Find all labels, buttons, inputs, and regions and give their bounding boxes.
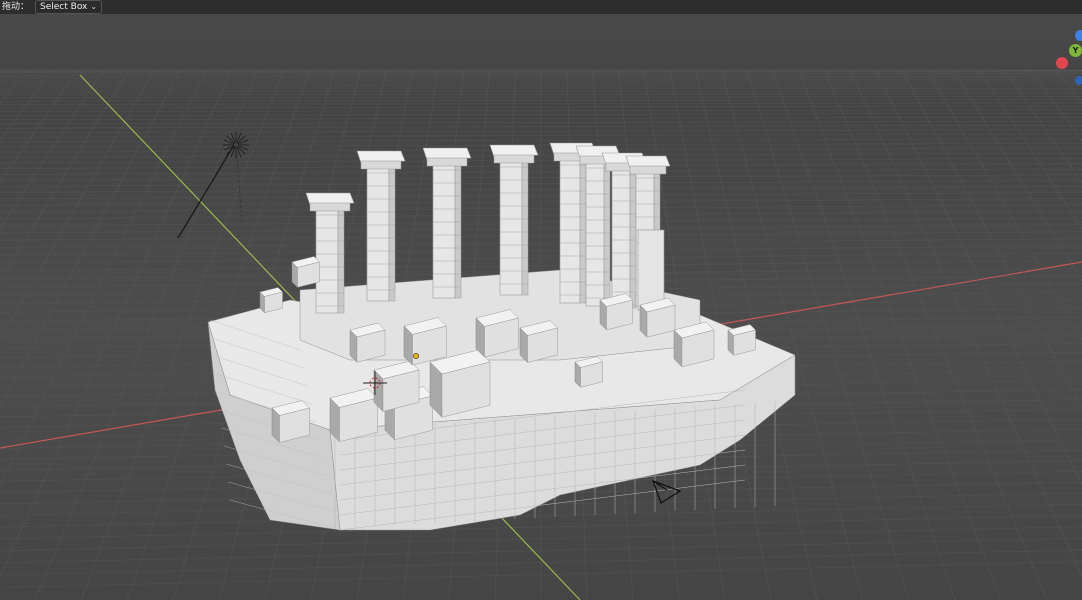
rubble-block: [673, 321, 715, 368]
rubble-block: [291, 256, 320, 288]
column-2: [356, 150, 406, 302]
3d-viewport[interactable]: [0, 0, 1082, 600]
rubble-block: [329, 388, 378, 443]
rubble-block: [403, 317, 447, 366]
object-origin-icon: [413, 353, 419, 359]
gizmo-negative-z-button[interactable]: [1075, 76, 1082, 85]
chevron-down-icon: ⌄: [90, 2, 98, 11]
select-mode-value: Select Box: [40, 2, 88, 12]
rubble-block: [429, 349, 491, 418]
rubble-block: [271, 400, 310, 444]
gizmo-x-axis-button[interactable]: [1056, 57, 1068, 69]
drag-mode-label: 拖动：: [2, 2, 30, 12]
rubble-block: [475, 309, 519, 358]
rubble-block: [349, 322, 386, 363]
broken-pillar: [637, 229, 665, 311]
rubble-block: [574, 356, 603, 388]
gizmo-y-axis-button[interactable]: Y: [1069, 44, 1082, 57]
viewport-scene: [0, 69, 1082, 600]
rubble-block: [259, 287, 283, 314]
rubble-block: [599, 293, 633, 331]
tool-header: 拖动： Select Box ⌄: [0, 0, 1082, 14]
rubble-block: [373, 360, 420, 413]
navigation-gizmo[interactable]: Y: [1056, 28, 1082, 92]
rubble-block: [727, 324, 756, 356]
select-box-dropdown[interactable]: Select Box ⌄: [35, 0, 103, 14]
rubble-block: [519, 320, 558, 364]
rubble-block: [639, 297, 676, 338]
gizmo-z-axis-button[interactable]: [1075, 30, 1082, 41]
gizmo-y-label: Y: [1072, 46, 1079, 55]
